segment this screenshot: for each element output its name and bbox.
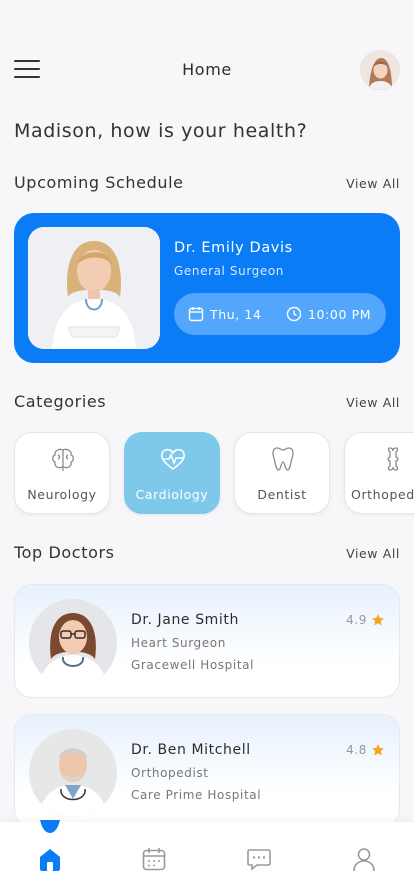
heart-pulse-icon — [161, 448, 185, 471]
schedule-header: Upcoming Schedule View All — [14, 173, 400, 197]
top-bar: Home — [0, 48, 414, 90]
view-all-doctors-link[interactable]: View All — [346, 546, 400, 561]
clock-icon — [286, 306, 302, 322]
doctor-photo — [28, 227, 160, 349]
doctor-card[interactable]: Dr. Jane Smith Heart Surgeon Gracewell H… — [14, 584, 400, 698]
user-avatar[interactable] — [360, 50, 400, 90]
appointment-date-text: Thu, 14 — [210, 306, 262, 322]
section-title-top-doctors: Top Doctors — [14, 543, 115, 562]
section-title-categories: Categories — [14, 392, 107, 411]
calendar-icon — [188, 307, 204, 322]
category-label: Dentist — [257, 487, 307, 502]
active-tab-indicator — [40, 820, 60, 833]
rating-value: 4.8 — [346, 743, 367, 757]
section-title-schedule: Upcoming Schedule — [14, 173, 184, 192]
home-icon[interactable] — [37, 846, 63, 872]
category-cardiology[interactable]: Cardiology — [124, 432, 220, 514]
category-label: Cardiology — [135, 487, 209, 502]
doctor-photo — [29, 729, 117, 817]
doctor-rating: 4.9 — [346, 613, 385, 627]
doctor-name: Dr. Jane Smith — [131, 612, 239, 628]
view-all-categories-link[interactable]: View All — [346, 395, 400, 410]
schedule-doctor-role: General Surgeon — [174, 264, 284, 278]
rating-value: 4.9 — [346, 613, 367, 627]
category-neurology[interactable]: Neurology — [14, 432, 110, 514]
chat-icon[interactable] — [246, 846, 272, 872]
upcoming-schedule-card[interactable]: Dr. Emily Davis General Surgeon Thu, 14 … — [14, 213, 400, 363]
doctor-hospital: Gracewell Hospital — [131, 658, 255, 672]
category-dentist[interactable]: Dentist — [234, 432, 330, 514]
top-doctors-header: Top Doctors View All — [14, 543, 400, 567]
appointment-info-pill: Thu, 14 10:00 PM — [174, 293, 386, 335]
view-all-schedule-link[interactable]: View All — [346, 176, 400, 191]
category-label: Orthoped — [351, 487, 414, 502]
doctor-hospital: Care Prime Hospital — [131, 788, 262, 802]
category-label: Neurology — [27, 487, 97, 502]
appointment-time: 10:00 PM — [286, 304, 371, 324]
categories-header: Categories View All — [14, 392, 400, 416]
bottom-tab-bar — [0, 820, 414, 896]
appointment-time-text: 10:00 PM — [308, 306, 372, 322]
tooth-icon — [272, 447, 294, 471]
calendar-icon[interactable] — [141, 846, 167, 872]
bone-icon — [387, 447, 399, 471]
star-icon — [372, 614, 384, 626]
profile-icon[interactable] — [351, 846, 377, 872]
doctor-specialty: Orthopedist — [131, 766, 209, 780]
star-icon — [372, 744, 384, 756]
doctor-specialty: Heart Surgeon — [131, 636, 226, 650]
category-orthopedics[interactable]: Orthoped — [344, 432, 414, 514]
categories-list: Neurology Cardiology Dentist Orthoped — [14, 432, 414, 516]
doctor-name: Dr. Ben Mitchell — [131, 742, 251, 758]
greeting-text: Madison, how is your health? — [14, 120, 308, 142]
brain-icon — [52, 448, 74, 471]
page-title: Home — [182, 60, 232, 79]
appointment-date: Thu, 14 — [188, 304, 262, 324]
doctor-card[interactable]: Dr. Ben Mitchell Orthopedist Care Prime … — [14, 714, 400, 828]
doctor-photo — [29, 599, 117, 687]
schedule-doctor-name: Dr. Emily Davis — [174, 240, 293, 256]
doctor-rating: 4.8 — [346, 743, 385, 757]
